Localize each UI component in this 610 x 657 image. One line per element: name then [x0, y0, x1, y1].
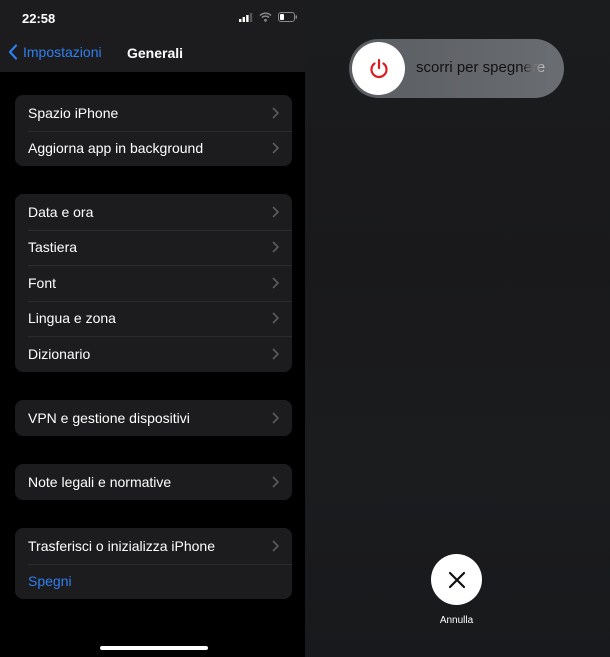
row-label: Dizionario [28, 345, 91, 362]
settings-row-vpn[interactable]: VPN e gestione dispositivi [15, 400, 292, 436]
close-icon [448, 571, 465, 588]
settings-screen: 22:58 Impostazioni Generali Spazio iPhon… [0, 0, 305, 657]
settings-row-lingua-e-zona[interactable]: Lingua e zona [15, 300, 292, 337]
battery-icon [278, 12, 297, 22]
row-label: Trasferisci o inizializza iPhone [28, 537, 215, 554]
settings-row-note-legali[interactable]: Note legali e normative [15, 464, 292, 500]
chevron-right-icon [272, 107, 279, 119]
chevron-right-icon [272, 241, 279, 253]
row-label: Lingua e zona [28, 310, 116, 327]
row-label: Note legali e normative [28, 473, 172, 490]
wifi-icon [259, 12, 272, 22]
spegni-button[interactable]: Spegni [15, 563, 292, 600]
row-label: Font [28, 274, 57, 291]
back-button[interactable]: Impostazioni [8, 44, 102, 60]
settings-row-data-e-ora[interactable]: Data e ora [15, 194, 292, 230]
settings-group-storage: Spazio iPhone Aggiorna app in background [15, 95, 292, 166]
home-indicator[interactable] [100, 646, 208, 650]
chevron-right-icon [272, 277, 279, 289]
row-label: Data e ora [28, 203, 94, 220]
settings-row-spazio-iphone[interactable]: Spazio iPhone [15, 95, 292, 131]
power-off-screen: scorri per spegnere Annulla [305, 0, 610, 657]
row-label: Spegni [28, 573, 72, 590]
settings-row-dizionario[interactable]: Dizionario [15, 336, 292, 372]
back-label: Impostazioni [23, 44, 102, 60]
chevron-right-icon [272, 142, 279, 154]
chevron-left-icon [8, 44, 18, 60]
page-title: Generali [127, 45, 184, 61]
signal-icon [239, 12, 253, 22]
settings-group-reset: Trasferisci o inizializza iPhone Spegni [15, 528, 292, 599]
navigation-header: 22:58 Impostazioni Generali [0, 0, 305, 72]
chevron-right-icon [272, 206, 279, 218]
settings-row-aggiorna-app[interactable]: Aggiorna app in background [15, 130, 292, 167]
cancel-button[interactable] [431, 554, 482, 605]
row-label: VPN e gestione dispositivi [28, 409, 190, 426]
settings-group-legal: Note legali e normative [15, 464, 292, 500]
cancel-label: Annulla [439, 615, 474, 626]
row-label: Tastiera [28, 239, 78, 256]
slider-label: scorri per spegnere [416, 59, 546, 76]
settings-row-tastiera[interactable]: Tastiera [15, 229, 292, 266]
chevron-right-icon [272, 412, 279, 424]
status-icons [239, 12, 298, 22]
settings-row-trasferisci[interactable]: Trasferisci o inizializza iPhone [15, 528, 292, 564]
power-slider-knob[interactable] [352, 42, 405, 95]
chevron-right-icon [272, 348, 279, 360]
row-label: Spazio iPhone [28, 104, 119, 121]
settings-row-font[interactable]: Font [15, 265, 292, 301]
settings-group-vpn: VPN e gestione dispositivi [15, 400, 292, 436]
slide-to-power-off[interactable]: scorri per spegnere [349, 39, 564, 98]
power-icon [369, 58, 388, 78]
chevron-right-icon [272, 476, 279, 488]
chevron-right-icon [272, 540, 279, 552]
status-time: 22:58 [22, 11, 56, 26]
settings-group-locale: Data e ora Tastiera Font Lingua e zona D… [15, 194, 292, 372]
row-label: Aggiorna app in background [28, 140, 204, 157]
chevron-right-icon [272, 312, 279, 324]
